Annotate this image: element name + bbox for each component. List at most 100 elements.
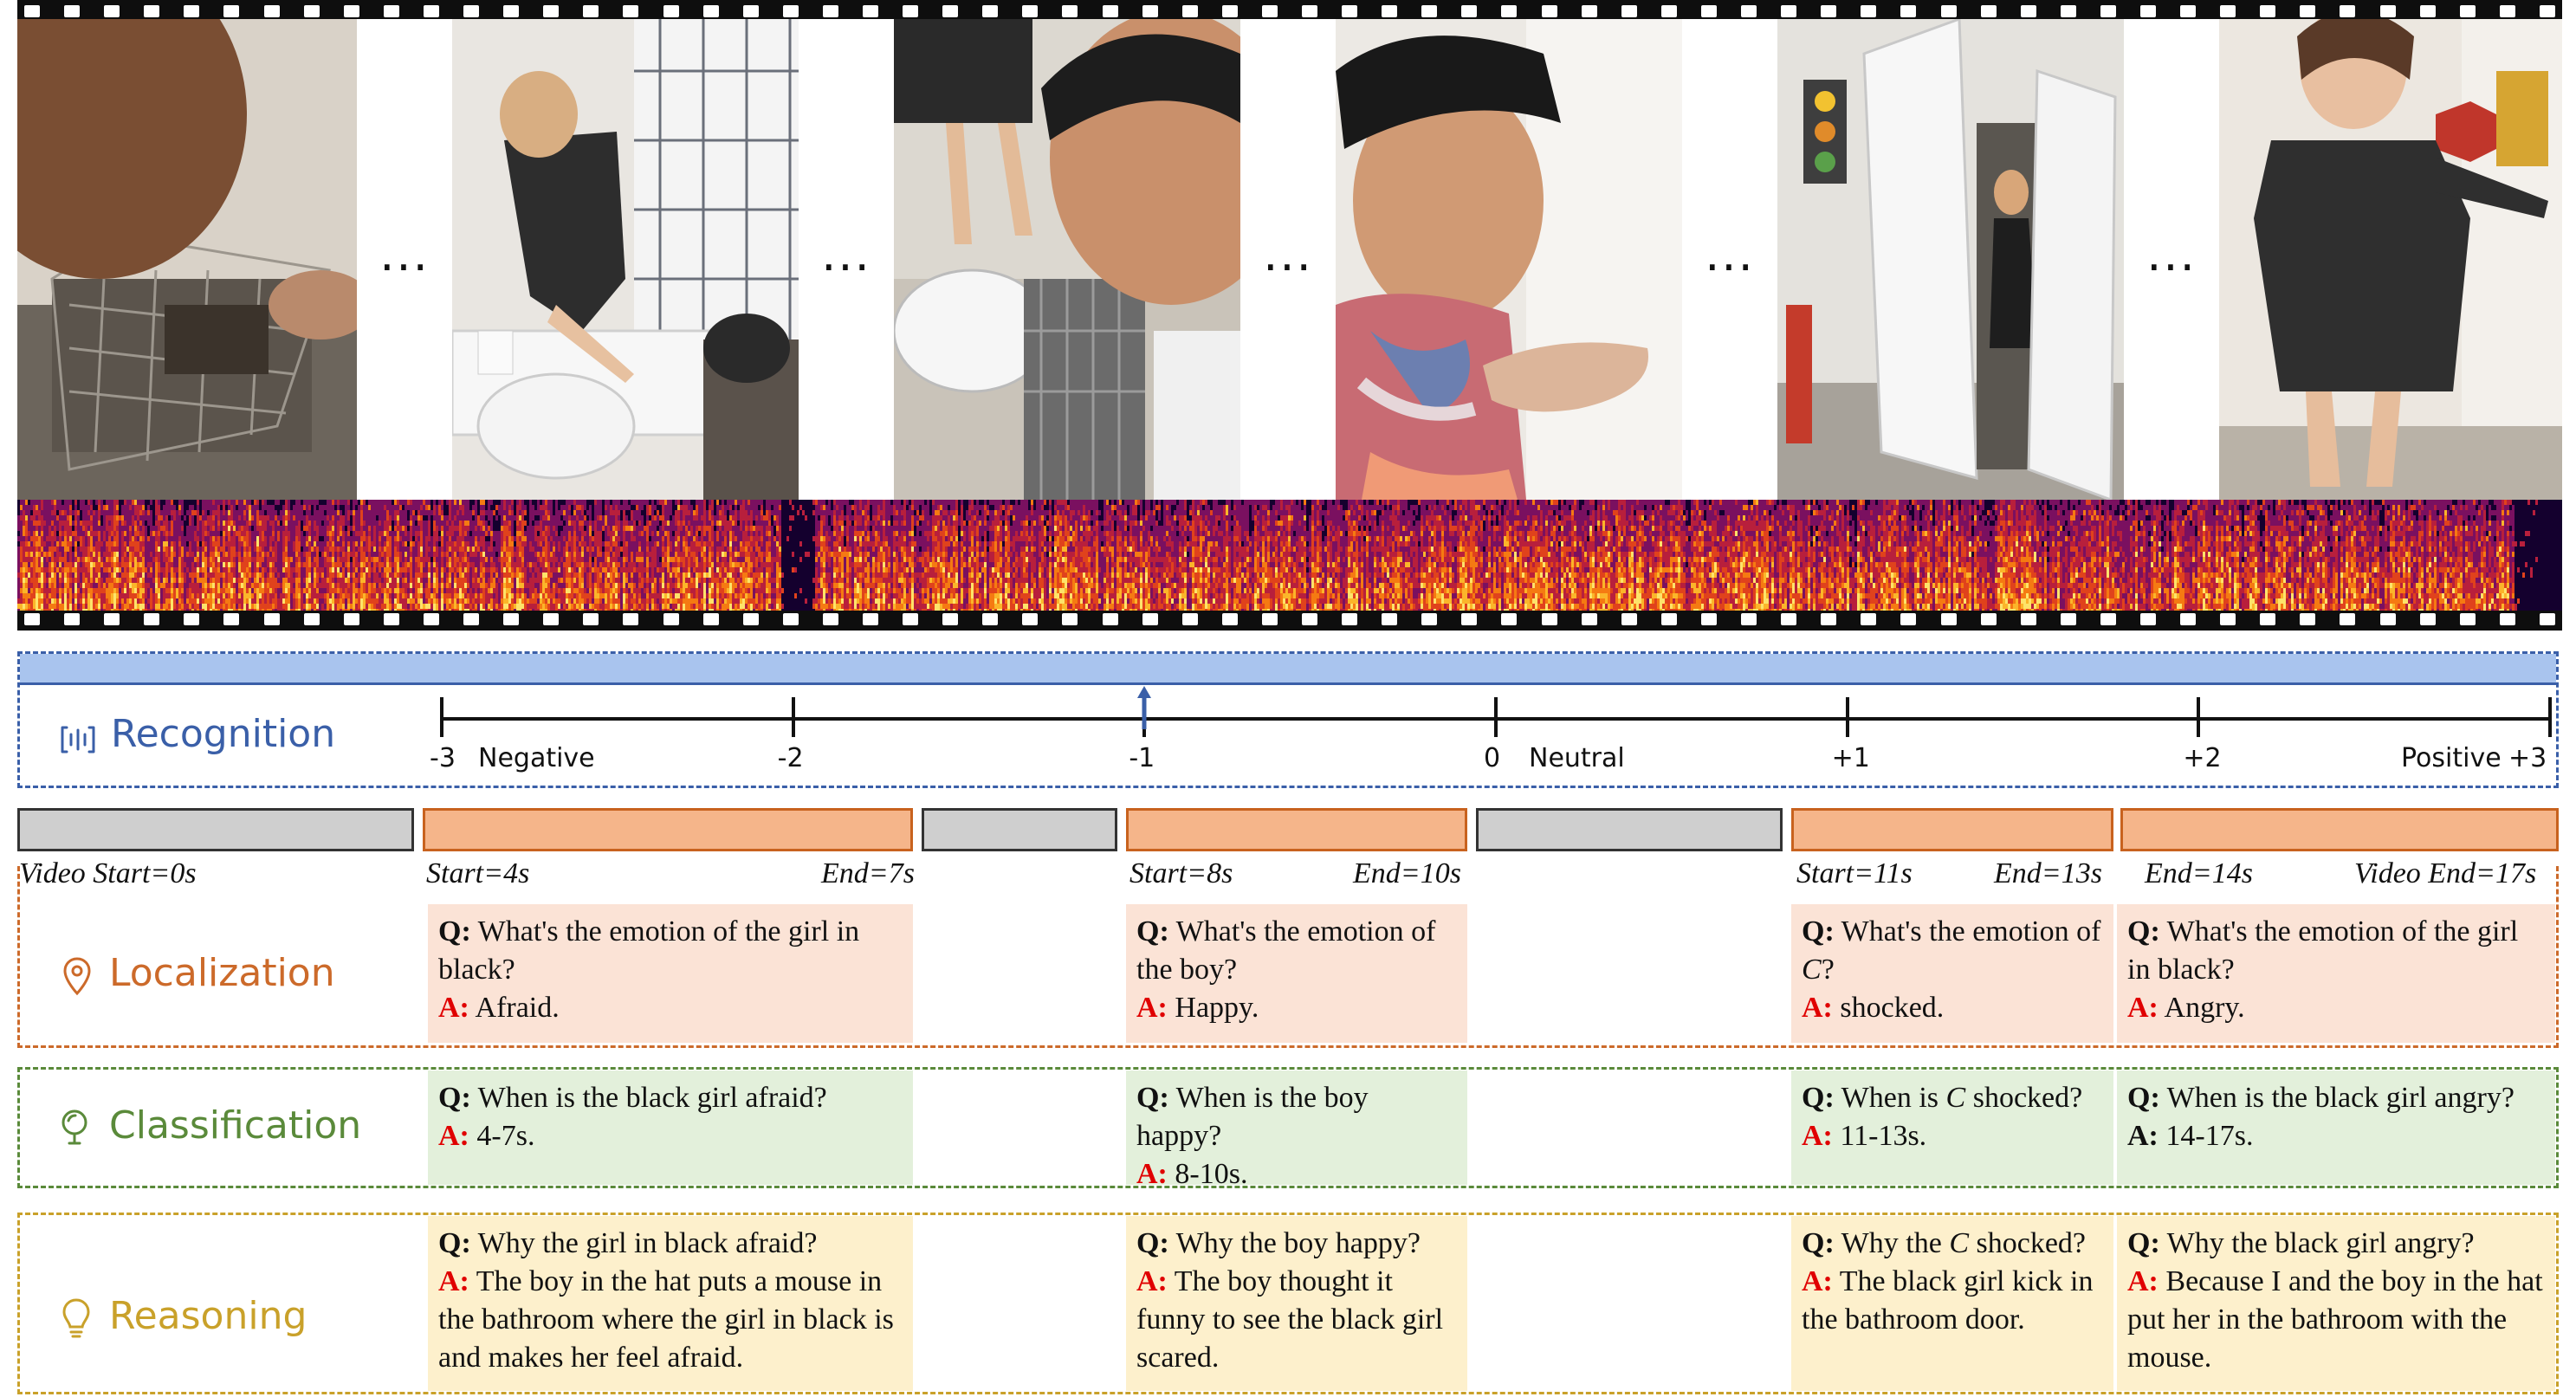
- reasoning-cell-2: Q: Why the boy happy? A: The boy thought…: [1126, 1216, 1467, 1391]
- film-perforation: [543, 613, 559, 625]
- video-frame-6: [2219, 19, 2562, 500]
- film-perforation: [1262, 5, 1278, 17]
- film-perforation: [942, 5, 958, 17]
- film-perforation: [24, 613, 40, 625]
- question-text: What's the emotion of: [1841, 915, 2101, 948]
- question-text-end: shocked?: [1965, 1082, 2082, 1114]
- film-perforation: [823, 5, 838, 17]
- film-perforation: [2220, 5, 2236, 17]
- film-perforation: [903, 5, 918, 17]
- scale-tick-label: +2: [2183, 743, 2221, 773]
- reasoning-cell-4: Q: Why the black girl angry? A: Because …: [2117, 1216, 2555, 1391]
- segment-gray-2: [922, 808, 1117, 851]
- film-perforation: [1302, 613, 1317, 625]
- film-perforation: [1182, 5, 1198, 17]
- film-perforation: [64, 613, 80, 625]
- film-perforation: [1981, 613, 1997, 625]
- film-perforation: [1501, 613, 1517, 625]
- film-perforation: [2180, 613, 2196, 625]
- q-label: Q:: [2127, 915, 2160, 948]
- answer-text: shocked.: [1840, 992, 1944, 1024]
- neutral-label: Neutral: [1529, 743, 1625, 773]
- scale-tick: [1846, 697, 1849, 737]
- q-label: Q:: [2127, 1227, 2160, 1259]
- film-perforation: [1941, 613, 1957, 625]
- scale-tick: [1494, 697, 1498, 737]
- question-text: What's the emotion of the girl in black?: [438, 915, 859, 986]
- film-perforation: [1621, 613, 1637, 625]
- film-perforation: [1062, 613, 1078, 625]
- film-perforation: [1103, 613, 1118, 625]
- film-perforation: [1821, 613, 1836, 625]
- q-label: Q:: [1136, 1082, 1169, 1114]
- scale-tick-label: +3: [2508, 743, 2547, 773]
- answer-text: The boy in the hat puts a mouse in the b…: [438, 1265, 894, 1374]
- video-frame-5: [1777, 19, 2124, 500]
- film-perforation: [2340, 613, 2355, 625]
- film-perforation: [2061, 613, 2076, 625]
- classification-cell-4: Q: When is the black girl angry? A: 14-1…: [2117, 1070, 2555, 1185]
- film-perforation: [2540, 5, 2555, 17]
- q-label: Q:: [1802, 915, 1835, 948]
- q-label: Q:: [1136, 915, 1169, 948]
- answer-text: Because I and the boy in the hat put her…: [2127, 1265, 2543, 1374]
- scale-tick-label: -2: [778, 743, 804, 773]
- film-perforation: [2100, 5, 2116, 17]
- film-perforation: [2420, 5, 2436, 17]
- q-label: Q:: [438, 1227, 471, 1259]
- answer-text: 14-17s.: [2165, 1120, 2253, 1152]
- reasoning-title: Reasoning: [109, 1294, 307, 1338]
- question-text: When is the boy happy?: [1136, 1082, 1369, 1152]
- scale-tick: [792, 697, 795, 737]
- answer-text: The black girl kick in the bathroom door…: [1802, 1265, 2093, 1336]
- scale-tick-label: -1: [1129, 743, 1155, 773]
- film-perforation: [1222, 5, 1238, 17]
- film-perforation: [1900, 5, 1916, 17]
- film-perforation: [264, 613, 280, 625]
- film-perforation: [2260, 5, 2275, 17]
- film-perforation: [2420, 613, 2436, 625]
- film-perforation: [1421, 613, 1437, 625]
- a-label: A:: [2127, 1120, 2159, 1152]
- answer-text: Angry.: [2165, 992, 2245, 1024]
- film-perforation: [1142, 5, 1158, 17]
- q-label: Q:: [1802, 1227, 1835, 1259]
- localization-cell-4: Q: What's the emotion of the girl in bla…: [2117, 904, 2555, 1043]
- answer-text: The boy thought it funny to see the blac…: [1136, 1265, 1443, 1374]
- frame-gap-5: ...: [2124, 19, 2219, 500]
- q-label: Q:: [438, 915, 471, 948]
- film-perforation: [2140, 613, 2156, 625]
- q-label: Q:: [1802, 1082, 1835, 1114]
- film-perforation: [942, 613, 958, 625]
- film-perforation: [2300, 5, 2315, 17]
- film-perforation: [304, 5, 320, 17]
- segment-orange-4: [2120, 808, 2559, 851]
- answer-text: 11-13s.: [1840, 1120, 1926, 1152]
- film-perforation: [1981, 5, 1997, 17]
- question-text-end: ?: [1822, 954, 1835, 986]
- video-frame-1: [17, 19, 357, 500]
- film-perforation: [1342, 5, 1357, 17]
- q-label: Q:: [438, 1082, 471, 1114]
- film-perforation: [1821, 5, 1836, 17]
- film-perforation: [743, 5, 759, 17]
- film-perforation: [1900, 613, 1916, 625]
- film-perforation: [503, 5, 519, 17]
- question-text: Why the black girl angry?: [2167, 1227, 2475, 1259]
- film-perforation: [2300, 613, 2315, 625]
- film-perforation: [2500, 613, 2515, 625]
- film-perforation: [1621, 5, 1637, 17]
- film-perforation: [344, 5, 359, 17]
- a-label: A:: [2127, 1265, 2159, 1297]
- film-perforation: [144, 613, 159, 625]
- answer-text: 8-10s.: [1175, 1158, 1247, 1190]
- film-perforation: [982, 5, 998, 17]
- film-perforation: [184, 613, 199, 625]
- film-perforation: [24, 5, 40, 17]
- sentiment-marker-arrow: [1136, 686, 1152, 735]
- answer-text: Afraid.: [476, 992, 560, 1024]
- localization-cell-3: Q: What's the emotion of C? A: shocked.: [1791, 904, 2113, 1043]
- scale-tick-label: -3: [430, 743, 456, 773]
- film-perforation: [2380, 613, 2396, 625]
- film-perforation: [623, 5, 638, 17]
